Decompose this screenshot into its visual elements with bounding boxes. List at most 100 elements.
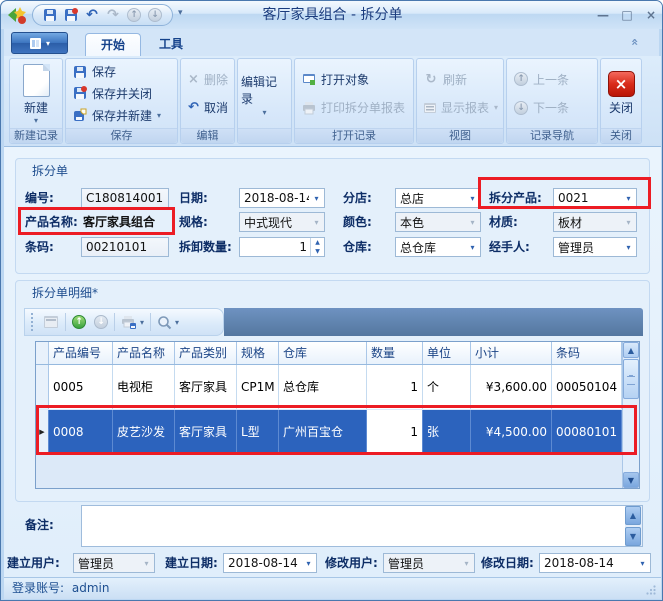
edit-record-button[interactable]: 编辑记录 ▾ — [241, 61, 288, 126]
cell-category[interactable]: 客厅家具 — [175, 410, 237, 454]
table-row[interactable]: 0005 电视柜 客厅家具 CP1M 总仓库 1 个 ¥3,600.00 000… — [36, 365, 622, 410]
column-header-barcode[interactable]: 条码 — [552, 342, 622, 364]
cell-unit[interactable]: 个 — [423, 365, 471, 409]
cell-product-no[interactable]: 0008 — [49, 410, 113, 454]
show-report-button[interactable]: 显示报表 ▾ — [420, 98, 500, 118]
remarks-textarea[interactable]: ▲ ▼ — [81, 505, 643, 547]
spin-down-icon[interactable]: ▼ — [311, 247, 324, 256]
modified-by-combo[interactable]: 管理员 ▾ — [383, 553, 475, 573]
scroll-up-icon[interactable]: ▲ — [623, 342, 639, 358]
grid-scrollbar[interactable]: ▲ ▼ — [622, 342, 639, 488]
handler-combo[interactable]: 管理员 ▾ — [553, 237, 637, 257]
ribbon-collapse-icon[interactable]: « — [628, 38, 642, 46]
scroll-up-icon[interactable]: ▲ — [625, 506, 641, 525]
color-combo[interactable]: 本色 ▾ — [395, 212, 481, 232]
cell-category[interactable]: 客厅家具 — [175, 365, 237, 409]
created-by-combo[interactable]: 管理员 ▾ — [73, 553, 155, 573]
chevron-down-icon: ▾ — [46, 39, 50, 48]
qty-stepper[interactable]: 1 ▲ ▼ — [239, 237, 325, 257]
cell-product-no[interactable]: 0005 — [49, 365, 113, 409]
cell-qty[interactable]: 1 — [367, 365, 423, 409]
toolbar-grip[interactable] — [31, 313, 35, 331]
show-report-label: 显示报表 — [441, 99, 489, 116]
cancel-label: 取消 — [204, 99, 228, 116]
refresh-button[interactable]: ↻ 刷新 — [420, 69, 500, 89]
spin-up-icon[interactable]: ▲ — [311, 238, 324, 247]
chevron-down-icon: ▾ — [459, 559, 474, 568]
scrollbar-thumb[interactable] — [623, 359, 639, 399]
cancel-undo-icon: ↶ — [187, 101, 200, 114]
column-header-warehouse[interactable]: 仓库 — [279, 342, 367, 364]
column-header-category[interactable]: 产品类别 — [175, 342, 237, 364]
cell-product-name[interactable]: 电视柜 — [113, 365, 175, 409]
column-header-spec[interactable]: 规格 — [237, 342, 279, 364]
cell-subtotal[interactable]: ¥3,600.00 — [471, 365, 552, 409]
branch-combo[interactable]: 总店 ▾ — [395, 188, 481, 208]
column-header-subtotal[interactable]: 小计 — [471, 342, 552, 364]
toolbar-separator — [150, 313, 151, 331]
modified-date-combo[interactable]: 2018-08-14 ▾ — [539, 553, 651, 573]
title-bar: ↶ ↷ ↑ ↓ ▾ 客厅家具组合 - 拆分单 — □ × — [1, 1, 663, 29]
cell-spec[interactable]: L型 — [237, 410, 279, 454]
new-button[interactable]: 新建 ▾ — [13, 61, 59, 126]
scroll-down-icon[interactable]: ▼ — [625, 527, 641, 546]
move-down-button[interactable]: ↓ — [92, 311, 110, 333]
form-view-button[interactable] — [41, 311, 61, 333]
remarks-scrollbar[interactable]: ▲ ▼ — [625, 506, 642, 546]
move-up-button[interactable]: ↑ — [70, 311, 88, 333]
spec-combo[interactable]: 中式现代 ▾ — [239, 212, 325, 232]
date-combo[interactable]: 2018-08-14 ▾ — [239, 188, 325, 208]
new-document-icon — [23, 64, 50, 97]
ribbon-group-save: 保存 保存并关闭 保存并新建 ▾ 保存 — [65, 58, 178, 144]
scroll-down-icon[interactable]: ▼ — [623, 472, 639, 488]
split-product-combo[interactable]: 0021 ▾ — [553, 188, 637, 208]
material-combo[interactable]: 板材 ▾ — [553, 212, 637, 232]
previous-record-button[interactable]: ↑ 上一条 — [510, 69, 594, 89]
delete-button[interactable]: × 删除 — [184, 69, 231, 89]
move-up-icon: ↑ — [72, 315, 86, 329]
tab-home[interactable]: 开始 — [85, 33, 141, 57]
close-window-button[interactable]: × — [643, 7, 659, 23]
close-button[interactable]: × 关闭 — [604, 61, 638, 126]
application-menu-button[interactable]: ▾ — [11, 32, 68, 54]
save-new-button[interactable]: 保存并新建 ▾ — [69, 105, 174, 125]
application-window: ↶ ↷ ↑ ↓ ▾ 客厅家具组合 - 拆分单 — □ × ▾ 开始 工具 « 新… — [0, 0, 663, 601]
export-button[interactable]: ▾ — [119, 311, 146, 333]
table-row-selected[interactable]: ▶ 0008 皮艺沙发 客厅家具 L型 广州百宝仓 1 张 ¥4,500.00 … — [36, 410, 622, 455]
search-button[interactable]: ▾ — [155, 311, 181, 333]
cell-product-name[interactable]: 皮艺沙发 — [113, 410, 175, 454]
created-date-combo[interactable]: 2018-08-14 ▾ — [223, 553, 317, 573]
minimize-button[interactable]: — — [595, 7, 611, 23]
cancel-button[interactable]: ↶ 取消 — [184, 98, 231, 118]
cell-subtotal[interactable]: ¥4,500.00 — [471, 410, 552, 454]
warehouse-combo[interactable]: 总仓库 ▾ — [395, 237, 481, 257]
chevron-down-icon: ▾ — [157, 111, 161, 120]
order-no-field[interactable]: C180814001 — [81, 188, 169, 208]
column-header-product-no[interactable]: 产品编号 — [49, 342, 113, 364]
split-product-label: 拆分产品: — [489, 188, 542, 208]
cell-unit[interactable]: 张 — [423, 410, 471, 454]
cell-barcode[interactable]: 00080101 — [552, 410, 622, 454]
save-close-button[interactable]: 保存并关闭 — [69, 83, 174, 103]
column-header-product-name[interactable]: 产品名称 — [113, 342, 175, 364]
save-button[interactable]: 保存 — [69, 62, 174, 82]
cell-warehouse[interactable]: 广州百宝仓 — [279, 410, 367, 454]
resize-grip-icon[interactable] — [646, 585, 656, 595]
cell-spec[interactable]: CP1M — [237, 365, 279, 409]
row-indicator-header[interactable] — [36, 342, 49, 364]
cell-qty-editing[interactable]: 1 — [367, 410, 423, 454]
warehouse-label: 仓库: — [343, 237, 372, 257]
next-record-button[interactable]: ↓ 下一条 — [510, 98, 594, 118]
save-close-label: 保存并关闭 — [92, 85, 152, 102]
column-header-qty[interactable]: 数量 — [367, 342, 423, 364]
maximize-button[interactable]: □ — [619, 7, 635, 23]
cell-warehouse[interactable]: 总仓库 — [279, 365, 367, 409]
barcode-field[interactable]: 00210101 — [81, 237, 169, 257]
column-header-unit[interactable]: 单位 — [423, 342, 471, 364]
grid-header-row: 产品编号 产品名称 产品类别 规格 仓库 数量 单位 小计 条码 — [36, 342, 622, 365]
open-object-button[interactable]: 打开对象 — [298, 69, 410, 89]
edit-marker-icon: ▶ — [39, 428, 44, 436]
print-report-button[interactable]: 打印拆分单报表 — [298, 98, 410, 118]
tab-tools[interactable]: 工具 — [143, 33, 199, 57]
cell-barcode[interactable]: 00050104 — [552, 365, 622, 409]
